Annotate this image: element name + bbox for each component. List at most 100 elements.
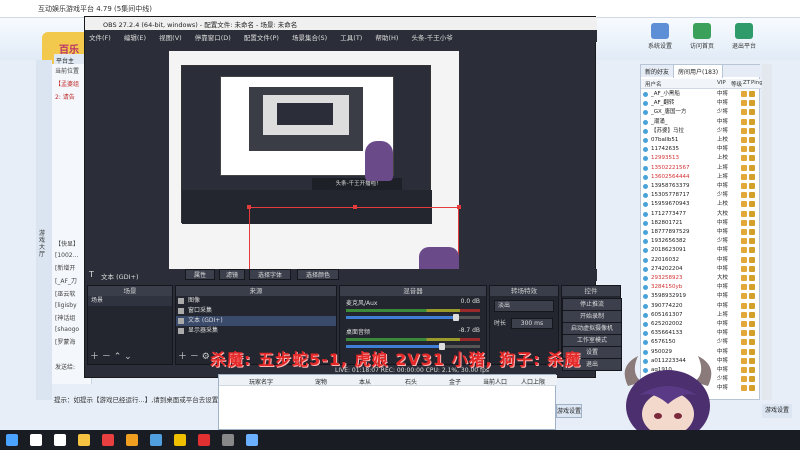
user-row[interactable]: 07ballb51 上校 — [641, 136, 761, 145]
choose-color-button[interactable]: 选择颜色 — [297, 269, 339, 280]
user-row[interactable]: 3284150yb 中将 — [641, 283, 761, 292]
obs-preview[interactable]: 头条-千王开播啦! — [169, 51, 461, 281]
app-icon[interactable] — [150, 434, 162, 446]
menu-help[interactable]: 帮助(H) — [375, 34, 398, 42]
menu-file[interactable]: 文件(F) — [89, 34, 111, 42]
source-item[interactable]: 窗口采集 — [176, 306, 336, 316]
filters-button[interactable]: 滤镜 — [219, 269, 245, 280]
menu-scene-collection[interactable]: 场景集合(S) — [292, 34, 327, 42]
transition-select[interactable]: 淡出 — [494, 300, 554, 312]
game-icon[interactable] — [126, 434, 138, 446]
user-status-icon — [643, 303, 648, 309]
scene-add-icon[interactable]: ＋ － ⌃ ⌄ — [90, 349, 132, 362]
col-player-name[interactable]: 玩家名字 — [249, 377, 273, 386]
properties-button[interactable]: 属性 — [185, 269, 215, 280]
col-population[interactable]: 当前人口 — [483, 377, 507, 386]
user-row[interactable]: 18777897529 中将 — [641, 228, 761, 237]
user-status-icon — [643, 285, 648, 291]
user-row[interactable]: 390774220 中将 — [641, 302, 761, 311]
user-row[interactable]: 625202002 中将 — [641, 320, 761, 329]
user-row[interactable]: 13502221567 上将 — [641, 164, 761, 173]
ping-icon — [749, 173, 755, 180]
col-stone[interactable]: 石头 — [405, 377, 417, 386]
user-list-scrollbar[interactable] — [762, 64, 772, 400]
exit-platform-button[interactable]: 退出平台 — [724, 22, 764, 56]
mic-volume-slider[interactable] — [346, 314, 480, 321]
tab-new-friends[interactable]: 新的好友 — [641, 65, 675, 78]
col-base[interactable]: 本从 — [359, 377, 371, 386]
scene-item[interactable]: 场景 — [88, 296, 172, 306]
ping-icon — [749, 302, 755, 309]
user-status-icon — [643, 101, 648, 107]
col-level[interactable]: 等级 — [731, 80, 742, 88]
visit-home-button[interactable]: 访问首页 — [682, 22, 722, 56]
col-username[interactable]: 用户名 — [645, 80, 662, 88]
text-source-icon: T — [89, 270, 94, 279]
menu-profile[interactable]: 配置文件(P) — [244, 34, 279, 42]
user-name: 182801721 — [651, 219, 683, 226]
user-row[interactable]: _潮涌_ 中将 — [641, 118, 761, 127]
user-row[interactable]: 15959670943 上校 — [641, 200, 761, 209]
transition-duration-input[interactable]: 300 ms — [510, 318, 553, 329]
source-item[interactable]: 图像 — [176, 296, 336, 306]
start-icon[interactable] — [6, 434, 18, 446]
user-status-icon — [643, 331, 648, 337]
user-row[interactable]: 1712773477 大校 — [641, 210, 761, 219]
col-gold[interactable]: 金子 — [449, 377, 461, 386]
user-row[interactable]: 182801721 中将 — [641, 219, 761, 228]
user-row[interactable]: 635664133 中将 — [641, 329, 761, 338]
user-rank: 中将 — [717, 265, 729, 272]
user-row[interactable]: 293258923 大校 — [641, 274, 761, 283]
file-explorer-icon[interactable] — [78, 434, 90, 446]
source-item[interactable]: 显示器采集 — [176, 326, 336, 336]
user-row[interactable]: 11742635 中将 — [641, 145, 761, 154]
user-row[interactable]: _AF_小黑船 中将 — [641, 90, 761, 99]
user-name: 1712773477 — [651, 210, 686, 217]
desktop-meter — [346, 338, 480, 341]
menu-view[interactable]: 视图(V) — [159, 34, 182, 42]
ping-icon — [749, 330, 755, 337]
game-hall-sidebar[interactable]: 游戏大厅 — [36, 60, 52, 400]
pet-icon[interactable] — [174, 434, 186, 446]
system-settings-button[interactable]: 系统设置 — [640, 22, 680, 56]
game-settings-button[interactable]: 游戏设置 — [556, 404, 582, 418]
user-row[interactable]: 605161307 上将 — [641, 311, 761, 320]
user-row[interactable]: 13958763379 中将 — [641, 182, 761, 191]
col-population-cap[interactable]: 人口上限 — [521, 377, 545, 386]
task-view-icon[interactable] — [54, 434, 66, 446]
obs-icon[interactable] — [222, 434, 234, 446]
col-pet[interactable]: 宠物 — [315, 377, 327, 386]
user-row[interactable]: 22016032 中将 — [641, 256, 761, 265]
col-zt[interactable]: ZT — [743, 80, 750, 86]
user-row[interactable]: 3598932919 中将 — [641, 292, 761, 301]
choose-font-button[interactable]: 选择字体 — [249, 269, 291, 280]
user-status-icon — [643, 128, 648, 134]
user-row[interactable]: 2018623091 中将 — [641, 246, 761, 255]
browser-icon[interactable] — [102, 434, 114, 446]
user-row[interactable]: _GX_唐国一方 少将 — [641, 108, 761, 117]
user-row[interactable]: _AF_翻转 中将 — [641, 99, 761, 108]
user-row[interactable]: 1932656382 少将 — [641, 237, 761, 246]
tab-room-users[interactable]: 房间用户(183) — [674, 65, 724, 78]
menu-tools[interactable]: 工具(T) — [340, 34, 362, 42]
menu-docks[interactable]: 停靠窗口(D) — [195, 34, 231, 42]
cloud-icon[interactable] — [246, 434, 258, 446]
media-icon[interactable] — [198, 434, 210, 446]
user-status-icon — [643, 239, 648, 245]
user-row[interactable]: 【苏婆】马拉 少将 — [641, 127, 761, 136]
source-item-selected[interactable]: 文本 (GDI+) — [176, 316, 336, 326]
menu-edit[interactable]: 编辑(E) — [124, 34, 146, 42]
search-icon[interactable] — [30, 434, 42, 446]
col-ping[interactable]: Ping — [751, 80, 763, 86]
level-badge-icon — [741, 201, 747, 208]
user-row[interactable]: 274202204 中将 — [641, 265, 761, 274]
user-row[interactable]: 950029 中将 — [641, 348, 761, 357]
user-row[interactable]: 15305778717 少将 — [641, 191, 761, 200]
game-settings-button-right[interactable]: 游戏设置 — [762, 404, 792, 418]
user-row[interactable]: 12993513 上校 — [641, 154, 761, 163]
user-row[interactable]: 6576150 少将 — [641, 338, 761, 347]
col-vip[interactable]: VIP — [717, 80, 726, 86]
level-badge-icon — [741, 302, 747, 309]
user-row[interactable]: 13602564444 上将 — [641, 173, 761, 182]
transitions-dock-title: 转场特效 — [490, 286, 558, 296]
